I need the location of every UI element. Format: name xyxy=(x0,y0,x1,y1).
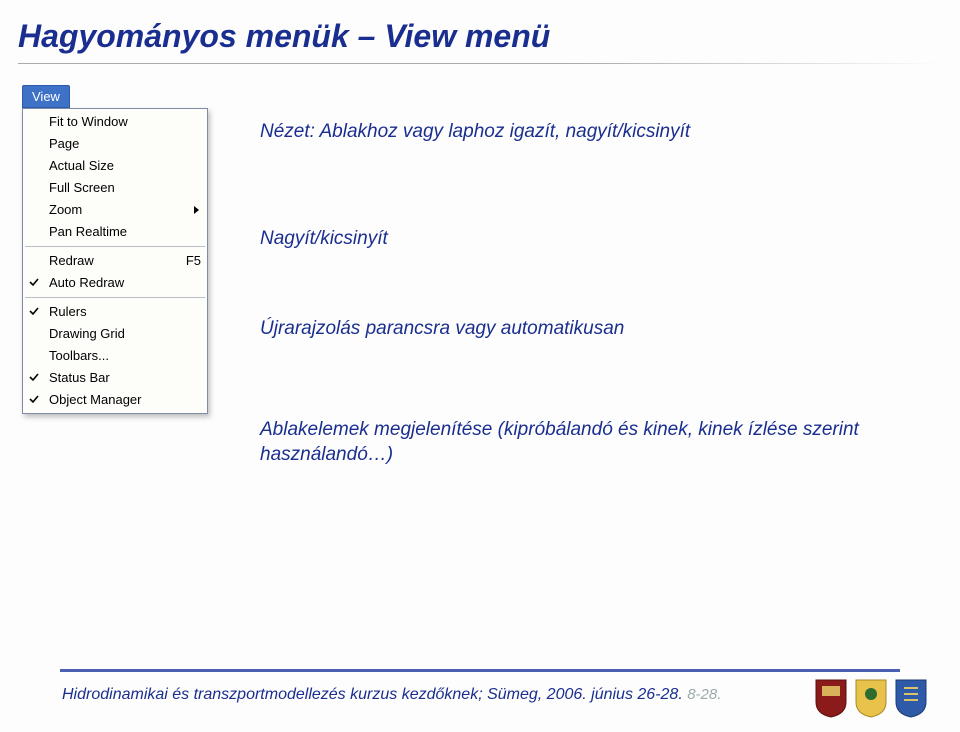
menu-item-zoom[interactable]: Zoom xyxy=(23,199,207,221)
menu-item-label: Actual Size xyxy=(45,157,201,175)
page-title: Hagyományos menük – View menü xyxy=(0,0,960,55)
menu-separator xyxy=(25,246,205,247)
view-menu-dropdown: Fit to Window Page Actual Size Full Scre… xyxy=(22,108,208,414)
menu-item-full-screen[interactable]: Full Screen xyxy=(23,177,207,199)
check-icon xyxy=(23,303,45,321)
annotation-window-elements: Ablakelemek megjelenítése (kipróbálandó … xyxy=(260,418,860,467)
menu-item-label: Redraw xyxy=(45,252,176,270)
menu-item-label: Pan Realtime xyxy=(45,223,201,241)
menu-item-rulers[interactable]: Rulers xyxy=(23,301,207,323)
menu-item-actual-size[interactable]: Actual Size xyxy=(23,155,207,177)
footer-main: Hidrodinamikai és transzportmodellezés k… xyxy=(62,686,683,703)
check-icon xyxy=(23,369,45,387)
footer-rule xyxy=(60,669,900,672)
menu-item-label: Page xyxy=(45,135,201,153)
footer-suffix: 8-28. xyxy=(687,686,721,703)
menu-item-label: Object Manager xyxy=(45,391,201,409)
view-menu-screenshot: View Fit to Window Page Actual Size xyxy=(22,85,208,414)
menu-item-label: Full Screen xyxy=(45,179,201,197)
annotation-fit-zoom: Nézet: Ablakhoz vagy laphoz igazít, nagy… xyxy=(260,120,860,145)
footer-logos xyxy=(814,678,928,718)
shield-logo-red-icon xyxy=(814,678,848,718)
menu-item-label: Drawing Grid xyxy=(45,325,201,343)
menu-item-label: Status Bar xyxy=(45,369,201,387)
menu-item-label: Toolbars... xyxy=(45,347,201,365)
menu-item-label: Zoom xyxy=(45,201,194,219)
menu-item-label: Fit to Window xyxy=(45,113,201,131)
view-menu-tab[interactable]: View xyxy=(22,85,70,108)
menu-shortcut: F5 xyxy=(176,252,201,270)
menu-item-redraw[interactable]: Redraw F5 xyxy=(23,250,207,272)
annotation-redraw: Újrarajzolás parancsra vagy automatikusa… xyxy=(260,317,860,342)
submenu-arrow-icon xyxy=(194,206,199,214)
menu-separator xyxy=(25,297,205,298)
check-icon xyxy=(23,274,45,292)
menu-item-auto-redraw[interactable]: Auto Redraw xyxy=(23,272,207,294)
menu-item-status-bar[interactable]: Status Bar xyxy=(23,367,207,389)
menu-item-label: Auto Redraw xyxy=(45,274,201,292)
menu-item-page[interactable]: Page xyxy=(23,133,207,155)
shield-logo-yellow-icon xyxy=(854,678,888,718)
check-icon xyxy=(23,391,45,409)
menu-item-fit-to-window[interactable]: Fit to Window xyxy=(23,111,207,133)
shield-logo-blue-icon xyxy=(894,678,928,718)
menu-item-object-manager[interactable]: Object Manager xyxy=(23,389,207,411)
menu-item-toolbars[interactable]: Toolbars... xyxy=(23,345,207,367)
menu-item-label: Rulers xyxy=(45,303,201,321)
slide: Hagyományos menük – View menü View Fit t… xyxy=(0,0,960,732)
annotation-zoom: Nagyít/kicsinyít xyxy=(260,227,860,252)
footer-text: Hidrodinamikai és transzportmodellezés k… xyxy=(62,686,721,704)
menu-item-drawing-grid[interactable]: Drawing Grid xyxy=(23,323,207,345)
title-rule xyxy=(18,63,942,64)
menu-item-pan-realtime[interactable]: Pan Realtime xyxy=(23,221,207,243)
content-area: View Fit to Window Page Actual Size xyxy=(22,85,208,414)
